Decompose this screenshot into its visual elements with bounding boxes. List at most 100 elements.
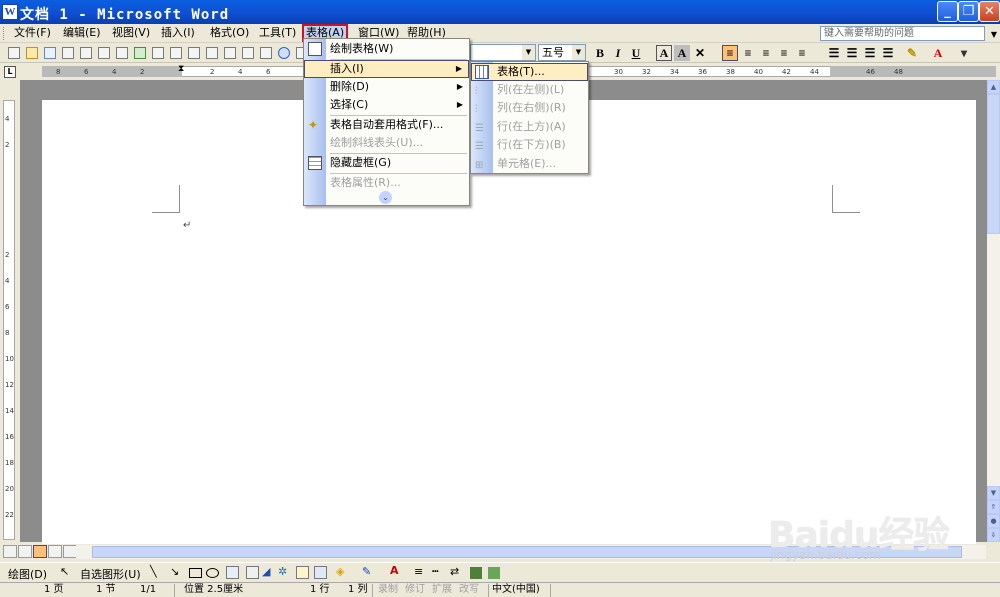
vertical-ruler[interactable]: 4 2 2 4 6 8 10 12 14 16 18 20 22 bbox=[3, 100, 15, 540]
shadow-icon[interactable] bbox=[470, 567, 482, 579]
normal-view-icon[interactable] bbox=[3, 545, 17, 558]
line-color-icon[interactable]: ✎ bbox=[362, 565, 371, 578]
open-folder-icon[interactable] bbox=[24, 45, 40, 61]
spelling-icon[interactable] bbox=[132, 45, 148, 61]
menu-insert[interactable]: 插入(I) bbox=[159, 24, 197, 42]
wordart-icon[interactable]: ◢ bbox=[262, 565, 270, 578]
align-right-icon[interactable]: ≡ bbox=[758, 45, 774, 61]
print-preview-icon[interactable] bbox=[114, 45, 130, 61]
select-objects-icon[interactable]: ↖ bbox=[60, 565, 69, 578]
align-center-icon[interactable]: ≡ bbox=[740, 45, 756, 61]
menu-item-insert[interactable]: 插入(I) ▶ bbox=[304, 60, 469, 78]
menu-tools[interactable]: 工具(T) bbox=[257, 24, 298, 42]
distributed-icon[interactable]: ≡ bbox=[794, 45, 810, 61]
submenu-item-row-above[interactable]: ☰ 行(在上方)(A) bbox=[471, 118, 588, 136]
bold-button[interactable]: B bbox=[592, 45, 608, 61]
status-record[interactable]: 录制 bbox=[378, 583, 398, 597]
previous-page-icon[interactable]: ⇑ bbox=[987, 500, 1000, 514]
print-layout-icon[interactable] bbox=[33, 545, 47, 558]
draw-menu[interactable]: 绘图(D) bbox=[8, 566, 47, 582]
minimize-button[interactable]: _ bbox=[937, 1, 958, 22]
vertical-scrollbar[interactable]: ▲ ▼ ⇑ ● ⇓ bbox=[987, 80, 1000, 542]
redo-icon[interactable] bbox=[258, 45, 274, 61]
menu-item-hide-gridlines[interactable]: 隐藏虚框(G) bbox=[304, 154, 469, 172]
justify-icon[interactable]: ≡ bbox=[776, 45, 792, 61]
char-scaling-icon[interactable]: ✕ bbox=[692, 45, 708, 61]
scroll-down-icon[interactable]: ▼ bbox=[987, 486, 1000, 500]
dash-style-icon[interactable]: ┅ bbox=[432, 565, 439, 578]
help-question-input[interactable]: 键入需要帮助的问题 ▼ bbox=[820, 26, 997, 41]
expand-menu-icon[interactable]: ⌄ bbox=[379, 191, 392, 204]
menu-format[interactable]: 格式(O) bbox=[208, 24, 251, 42]
hyperlink-icon[interactable] bbox=[276, 45, 292, 61]
outline-view-icon[interactable] bbox=[48, 545, 62, 558]
increase-indent-icon[interactable]: ☰ bbox=[880, 45, 896, 61]
rectangle-icon[interactable] bbox=[189, 568, 202, 578]
toolbar-options-icon[interactable]: ▾ bbox=[956, 45, 972, 61]
decrease-indent-icon[interactable]: ☰ bbox=[862, 45, 878, 61]
numbering-icon[interactable]: ☰ bbox=[826, 45, 842, 61]
scroll-thumb[interactable] bbox=[987, 94, 1000, 234]
submenu-item-col-left[interactable]: ⫶ 列(在左侧)(L) bbox=[471, 81, 588, 99]
email-icon[interactable] bbox=[78, 45, 94, 61]
menu-file[interactable]: 文件(F) bbox=[12, 24, 53, 42]
italic-button[interactable]: I bbox=[610, 45, 626, 61]
line-style-icon[interactable]: ≡ bbox=[414, 565, 423, 578]
vertical-textbox-icon[interactable] bbox=[246, 566, 259, 579]
chevron-down-icon[interactable]: ▼ bbox=[522, 45, 535, 60]
word-app-icon[interactable]: W bbox=[2, 4, 18, 20]
print-icon[interactable] bbox=[96, 45, 112, 61]
picture-icon[interactable] bbox=[314, 566, 327, 579]
web-view-icon[interactable] bbox=[18, 545, 32, 558]
align-left-icon[interactable]: ≡ bbox=[722, 45, 738, 61]
undo-icon[interactable] bbox=[240, 45, 256, 61]
scroll-up-icon[interactable]: ▲ bbox=[987, 80, 1000, 94]
format-painter-icon[interactable] bbox=[222, 45, 238, 61]
tab-selector[interactable]: L bbox=[4, 66, 16, 78]
submenu-item-cells[interactable]: ⊞ 单元格(E)... bbox=[471, 155, 588, 173]
horizontal-scrollbar[interactable] bbox=[76, 545, 986, 559]
submenu-item-row-below[interactable]: ☰ 行(在下方)(B) bbox=[471, 136, 588, 154]
paste-icon[interactable] bbox=[204, 45, 220, 61]
textbox-icon[interactable] bbox=[226, 566, 239, 579]
underline-button[interactable]: U bbox=[628, 45, 644, 61]
save-icon[interactable] bbox=[42, 45, 58, 61]
font-color-draw-icon[interactable]: A bbox=[390, 564, 399, 577]
research-icon[interactable] bbox=[150, 45, 166, 61]
status-track[interactable]: 修订 bbox=[405, 583, 425, 597]
menu-item-delete[interactable]: 删除(D) ▶ bbox=[304, 78, 469, 96]
fill-color-icon[interactable]: ◈ bbox=[336, 565, 344, 578]
status-extend[interactable]: 扩展 bbox=[432, 583, 452, 597]
menubar-grip[interactable] bbox=[3, 27, 6, 40]
bullets-icon[interactable]: ☰ bbox=[844, 45, 860, 61]
highlight-icon[interactable]: ✎ bbox=[904, 45, 920, 61]
font-size-combo[interactable]: 五号 ▼ bbox=[538, 44, 586, 61]
autoshapes-menu[interactable]: 自选图形(U) bbox=[80, 566, 141, 582]
indent-marker-icon[interactable]: ⧗ bbox=[178, 64, 184, 74]
maximize-button[interactable]: ❐ bbox=[958, 1, 979, 22]
close-button[interactable]: ✕ bbox=[979, 1, 1000, 22]
font-color-icon[interactable]: A bbox=[930, 45, 946, 61]
char-border-button[interactable]: A bbox=[656, 45, 672, 61]
line-icon[interactable]: ╲ bbox=[150, 565, 157, 578]
horizontal-scroll-thumb[interactable] bbox=[92, 546, 962, 558]
browse-object-icon[interactable]: ● bbox=[987, 514, 1000, 528]
chevron-down-icon[interactable]: ▼ bbox=[572, 45, 585, 60]
menu-item-table-properties[interactable]: 表格属性(R)... bbox=[304, 174, 469, 192]
char-shading-button[interactable]: A bbox=[674, 45, 690, 61]
cut-icon[interactable] bbox=[168, 45, 184, 61]
menu-view[interactable]: 视图(V) bbox=[110, 24, 152, 42]
submenu-item-table[interactable]: 表格(T)... bbox=[471, 63, 588, 81]
oval-icon[interactable] bbox=[206, 568, 219, 578]
menu-edit[interactable]: 编辑(E) bbox=[61, 24, 103, 42]
arrow-style-icon[interactable]: ⇄ bbox=[450, 565, 459, 578]
clipart-icon[interactable] bbox=[296, 566, 309, 579]
new-document-icon[interactable] bbox=[6, 45, 22, 61]
chevron-down-icon[interactable]: ▼ bbox=[991, 28, 997, 41]
menu-item-select[interactable]: 选择(C) ▶ bbox=[304, 96, 469, 114]
submenu-item-col-right[interactable]: ⫶ 列(在右侧)(R) bbox=[471, 99, 588, 117]
font-name-combo[interactable]: ▼ bbox=[470, 44, 536, 61]
menu-item-autoformat[interactable]: ✦ 表格自动套用格式(F)... bbox=[304, 116, 469, 134]
3d-icon[interactable] bbox=[488, 567, 500, 579]
arrow-icon[interactable]: ↘ bbox=[170, 565, 179, 578]
